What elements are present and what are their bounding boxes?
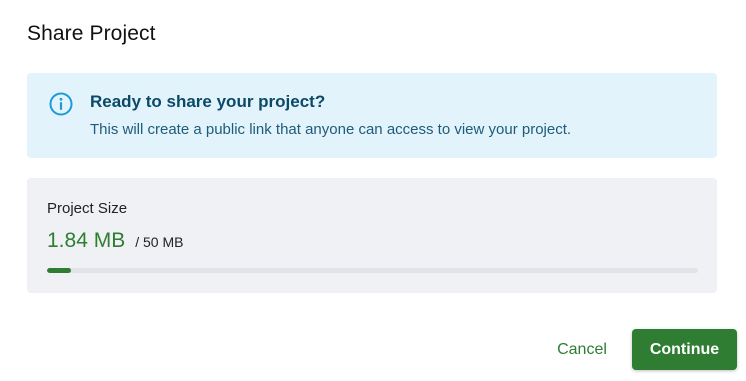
info-heading: Ready to share your project?	[90, 92, 326, 111]
project-size-used: 1.84 MB	[47, 229, 126, 252]
project-size-limit: / 50 MB	[135, 234, 184, 250]
project-size-values: 1.84 MB / 50 MB	[47, 229, 183, 253]
share-project-dialog: Share Project Ready to share your projec…	[0, 0, 746, 381]
size-progress-bar	[47, 268, 698, 273]
project-size-panel: Project Size 1.84 MB / 50 MB	[27, 178, 717, 293]
dialog-title: Share Project	[27, 22, 156, 45]
info-text: This will create a public link that anyo…	[90, 121, 572, 138]
continue-button[interactable]: Continue	[632, 329, 737, 370]
cancel-button[interactable]: Cancel	[546, 330, 618, 370]
size-progress-fill	[47, 268, 71, 273]
info-icon	[48, 91, 74, 117]
info-banner: Ready to share your project? This will c…	[27, 73, 717, 158]
project-size-label: Project Size	[47, 200, 128, 217]
